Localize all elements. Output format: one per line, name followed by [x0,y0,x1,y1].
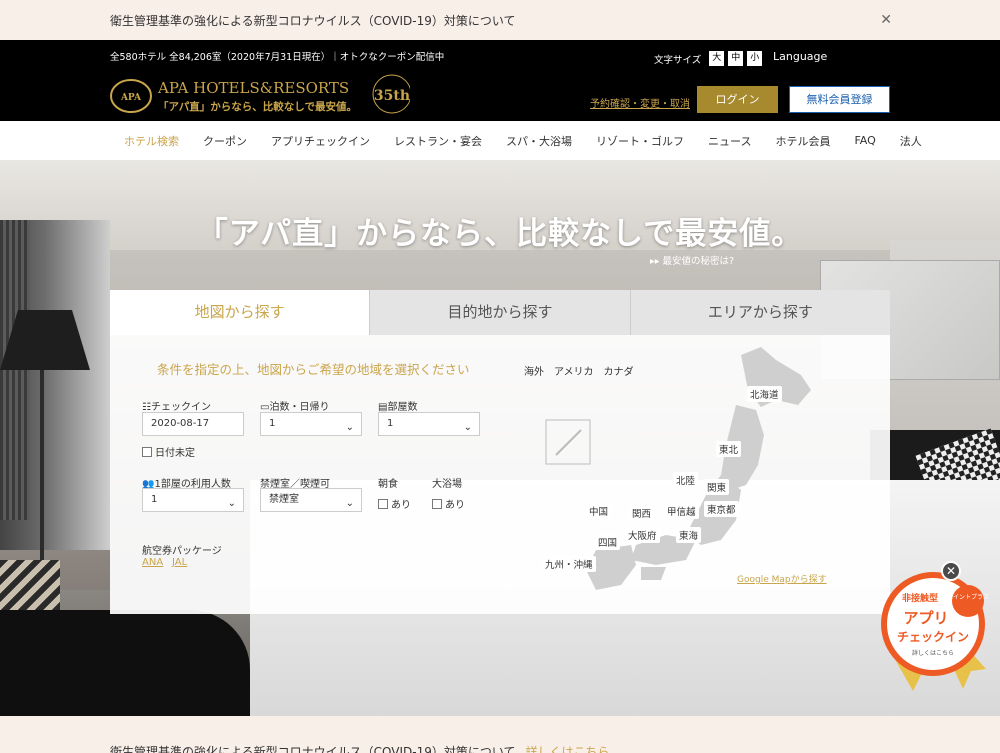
nav-resort-golf[interactable]: リゾート・ゴルフ [596,133,684,149]
region-tohoku[interactable]: 東北 [716,441,742,457]
bottom-notice-text: 衛生管理基準の強化による新型コロナウイルス（COVID-19）対策について [110,745,516,753]
nav-hotel-search[interactable]: ホテル検索 [124,133,179,149]
ana-link[interactable]: ANA [142,557,163,568]
search-instruction: 条件を指定の上、地図からご希望の地域を選択ください [157,362,470,377]
logo-subtext: 「アパ直」からなら、比較なしで最安値。 [158,100,357,113]
register-button[interactable]: 無料会員登録 [789,86,890,113]
nav-corporate[interactable]: 法人 [900,133,922,149]
text-size-large-button[interactable]: 大 [709,51,725,66]
region-kyushu[interactable]: 九州・沖縄 [542,556,596,572]
nav-app-checkin[interactable]: アプリチェックイン [271,133,370,149]
svg-text:アプリ: アプリ [903,609,948,627]
tab-map-search[interactable]: 地図から探す [110,290,370,335]
tab-destination-search[interactable]: 目的地から探す [369,290,630,335]
smoking-select[interactable]: 禁煙室 ⌄ [260,488,362,512]
region-chugoku[interactable]: 中国 [586,503,612,519]
login-button[interactable]: ログイン [697,86,778,113]
checkin-date-input[interactable]: 2020-08-17 [142,412,244,436]
region-osaka[interactable]: 大阪府 [625,527,660,543]
google-map-link[interactable]: Google Mapから探す [737,572,827,585]
svg-text:APA: APA [120,93,142,103]
close-icon[interactable]: ✕ [941,561,961,581]
covid-notice-bar[interactable]: 衛生管理基準の強化による新型コロナウイルス（COVID-19）対策について ✕ [0,0,1000,40]
breakfast-label: 朝食 [378,479,398,490]
svg-text:非接触型: 非接触型 [902,592,938,604]
guests-select[interactable]: 1 ⌄ [142,488,244,512]
jal-link[interactable]: JAL [172,557,187,568]
region-tokai[interactable]: 東海 [676,527,702,543]
reservation-manage-link[interactable]: 予約確認・変更・取消 [590,95,690,110]
text-size-control: 文字サイズ 大 中 小 [654,51,763,66]
rooms-select[interactable]: 1 ⌄ [378,412,480,436]
covid-notice-strip: 衛生管理基準の強化による新型コロナウイルス（COVID-19）対策について 詳しく… [0,716,1000,753]
chevron-down-icon: ⌄ [345,422,354,433]
nav-restaurant[interactable]: レストラン・宴会 [394,133,482,149]
chevron-down-icon: ⌄ [227,498,236,509]
cheapest-secret-link[interactable]: ▸▸ 最安値の秘密は? [650,253,734,267]
nights-select[interactable]: 1 ⌄ [260,412,362,436]
text-size-medium-button[interactable]: 中 [728,51,744,66]
region-kansai[interactable]: 関西 [629,505,655,521]
text-size-label: 文字サイズ [654,54,702,66]
text-size-small-button[interactable]: 小 [747,51,763,66]
hotel-count-info: 全580ホテル 全84,206室（2020年7月31日現在）｜オトクなクーポン配… [110,52,445,63]
date-undecided-checkbox[interactable]: 日付未定 [142,444,195,459]
chevron-down-icon: ⌄ [345,498,354,509]
bath-label: 大浴場 [432,479,462,490]
hotel-search-panel: 地図から探す 目的地から探す エリアから探す 条件を指定の上、地図からご希望の地… [110,290,890,614]
details-link[interactable]: 詳しくはこちら [525,745,609,753]
region-hokuriku[interactable]: 北陸 [673,472,699,488]
nav-faq[interactable]: FAQ [854,134,875,147]
bath-checkbox[interactable]: あり [432,496,465,511]
nav-member[interactable]: ホテル会員 [775,133,830,149]
nav-spa[interactable]: スパ・大浴場 [506,133,572,149]
main-nav: ホテル検索 クーポン アプリチェックイン レストラン・宴会 スパ・大浴場 リゾー… [0,121,1000,160]
region-shikoku[interactable]: 四国 [595,534,621,550]
svg-text:チェックイン: チェックイン [897,630,969,644]
nights-label: ▭泊数・日帰り [260,402,330,413]
tab-area-search[interactable]: エリアから探す [629,290,890,335]
anniversary-badge: 35th [374,88,410,104]
package-label: 航空券パッケージ [142,546,222,557]
region-hokkaido[interactable]: 北海道 [747,386,782,402]
region-koshinetsu[interactable]: 甲信越 [664,503,699,519]
search-tabs: 地図から探す 目的地から探す エリアから探す [110,290,890,335]
app-checkin-badge[interactable]: ポイントプラス 非接触型 アプリ チェックイン 詳しくはこちら [868,561,998,701]
logo-text: APA HOTELS&RESORTS [157,79,349,97]
hero-tagline: 「アパ直」からなら、比較なしで最安値。 [196,216,804,252]
breakfast-checkbox[interactable]: あり [378,496,411,511]
checkin-label: ☷チェックイン [142,402,211,413]
chevron-down-icon: ⌄ [463,422,472,433]
region-kanto[interactable]: 関東 [704,479,730,495]
language-link[interactable]: Language [773,50,827,63]
apa-logo[interactable]: APA APA HOTELS&RESORTS 「アパ直」からなら、比較なしで最安… [110,74,410,118]
svg-text:詳しくはこちら: 詳しくはこちら [912,649,954,657]
region-tokyo[interactable]: 東京都 [704,501,739,517]
svg-text:ポイントプラス: ポイントプラス [947,593,989,601]
nav-coupon[interactable]: クーポン [203,133,247,149]
nav-news[interactable]: ニュース [708,133,751,149]
site-header: 全580ホテル 全84,206室（2020年7月31日現在）｜オトクなクーポン配… [0,40,1000,121]
close-icon[interactable]: ✕ [880,12,892,28]
rooms-label: ▤部屋数 [378,402,418,413]
notice-text[interactable]: 衛生管理基準の強化による新型コロナウイルス（COVID-19）対策について [110,12,515,29]
